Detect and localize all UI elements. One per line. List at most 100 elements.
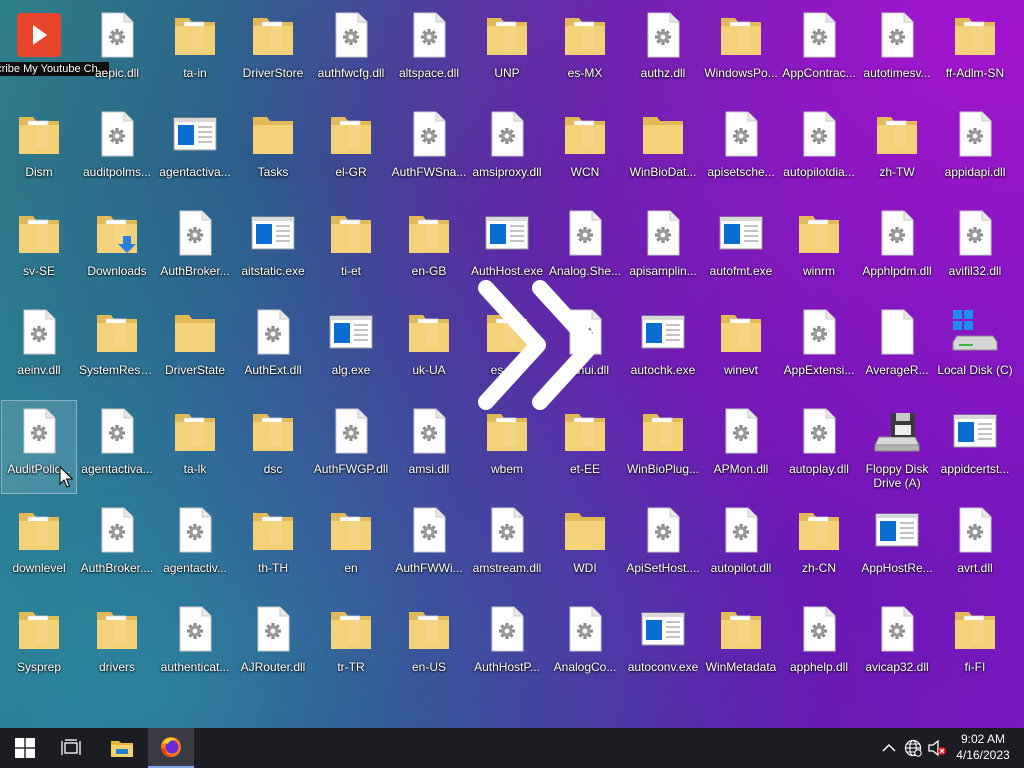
desktop-icon[interactable]: auditpolms... xyxy=(79,103,155,197)
desktop-icon[interactable]: authenticat... xyxy=(157,598,233,692)
desktop-icon[interactable]: ApiSetHost.... xyxy=(625,499,701,593)
desktop-icon[interactable]: th-TH xyxy=(235,499,311,593)
desktop-icon[interactable]: apphelp.dll xyxy=(781,598,857,692)
desktop-icon-label: AverageR... xyxy=(865,363,929,377)
desktop-icon[interactable]: Dism xyxy=(1,103,77,197)
desktop-icon[interactable]: Sysprep xyxy=(1,598,77,692)
firefox-icon xyxy=(161,737,181,757)
desktop-icon[interactable]: authz.dll xyxy=(625,4,701,98)
desktop-icon[interactable]: AJRouter.dll xyxy=(235,598,311,692)
desktop-icon[interactable]: AuthFWSna... xyxy=(391,103,467,197)
desktop-icon[interactable]: ti-et xyxy=(313,202,389,296)
desktop-icon[interactable]: en-GB xyxy=(391,202,467,296)
desktop-icon[interactable]: appidcertst... xyxy=(937,400,1013,494)
desktop-icon[interactable]: appidapi.dll xyxy=(937,103,1013,197)
desktop-icon[interactable]: avicap32.dll xyxy=(859,598,935,692)
local-disk-icon xyxy=(951,308,999,356)
desktop-icon[interactable]: aepic.dll xyxy=(79,4,155,98)
desktop-icon[interactable]: drivers xyxy=(79,598,155,692)
desktop-icon[interactable]: autochk.exe xyxy=(625,301,701,395)
desktop-icon[interactable]: SystemRese... xyxy=(79,301,155,395)
desktop-icon[interactable]: WDI xyxy=(547,499,623,593)
desktop-icon[interactable]: tr-TR xyxy=(313,598,389,692)
desktop-icon[interactable]: altspace.dll xyxy=(391,4,467,98)
firefox-button[interactable] xyxy=(148,728,194,768)
file-explorer-button[interactable] xyxy=(99,728,145,768)
desktop-icon[interactable]: avifil32.dll xyxy=(937,202,1013,296)
desktop-icon[interactable]: sv-SE xyxy=(1,202,77,296)
desktop-icon[interactable]: AppExtensi... xyxy=(781,301,857,395)
desktop-icon[interactable]: WindowsPo... xyxy=(703,4,779,98)
desktop-icon[interactable]: AuthExt.dll xyxy=(235,301,311,395)
desktop-icon[interactable]: apisetsche... xyxy=(703,103,779,197)
desktop-icon[interactable]: alg.exe xyxy=(313,301,389,395)
desktop-icon[interactable]: AuthHostP... xyxy=(469,598,545,692)
desktop-icon[interactable]: Subscribe My Youtube Ch... xyxy=(0,4,109,98)
desktop-icon[interactable]: amsi.dll xyxy=(391,400,467,494)
desktop-icon[interactable]: UNP xyxy=(469,4,545,98)
desktop-icon[interactable]: autofmt.exe xyxy=(703,202,779,296)
desktop-icon[interactable]: apisamplin... xyxy=(625,202,701,296)
desktop-icon[interactable]: downlevel xyxy=(1,499,77,593)
desktop-icon[interactable]: ta-lk xyxy=(157,400,233,494)
desktop-icon[interactable]: zh-CN xyxy=(781,499,857,593)
desktop-icon[interactable]: es-MX xyxy=(547,4,623,98)
desktop-icon[interactable]: amsiproxy.dll xyxy=(469,103,545,197)
network-button[interactable] xyxy=(903,738,923,758)
clock[interactable]: 9:02 AM 4/16/2023 xyxy=(948,731,1018,763)
desktop-icon[interactable]: autopilot.dll xyxy=(703,499,779,593)
desktop-icon[interactable]: DriverStore xyxy=(235,4,311,98)
desktop[interactable]: Subscribe My Youtube Ch... Dism sv-SE aeinv… xyxy=(0,0,1024,728)
desktop-icon[interactable]: AppContrac... xyxy=(781,4,857,98)
desktop-icon[interactable]: Floppy Disk Drive (A) xyxy=(859,400,935,494)
start-button[interactable] xyxy=(2,728,48,768)
desktop-icon[interactable]: en xyxy=(313,499,389,593)
desktop-icon[interactable]: fi-FI xyxy=(937,598,1013,692)
desktop-icon[interactable]: en-US xyxy=(391,598,467,692)
desktop-icon[interactable]: WinBioPlug... xyxy=(625,400,701,494)
desktop-icon[interactable]: autoconv.exe xyxy=(625,598,701,692)
desktop-icon[interactable]: WinBioDat... xyxy=(625,103,701,197)
desktop-icon[interactable]: amstream.dll xyxy=(469,499,545,593)
desktop-icon-label: DriverState xyxy=(164,363,226,377)
desktop-icon[interactable]: Tasks xyxy=(235,103,311,197)
desktop-icon[interactable]: AppHostRe... xyxy=(859,499,935,593)
show-hidden-icons-button[interactable] xyxy=(879,738,899,758)
desktop-icon[interactable]: aeinv.dll xyxy=(1,301,77,395)
desktop-icon[interactable]: autotimesv... xyxy=(859,4,935,98)
desktop-icon[interactable]: Apphlpdm.dll xyxy=(859,202,935,296)
desktop-icon[interactable]: dsc xyxy=(235,400,311,494)
desktop-icon[interactable]: WinMetadata xyxy=(703,598,779,692)
desktop-icon[interactable]: AuthBroker... xyxy=(157,202,233,296)
desktop-icon[interactable]: agentactiv... xyxy=(157,499,233,593)
desktop-icon[interactable]: WCN xyxy=(547,103,623,197)
desktop-icon[interactable]: AuthFWGP.dll xyxy=(313,400,389,494)
desktop-icon[interactable]: AverageR... xyxy=(859,301,935,395)
desktop-icon[interactable]: ta-in xyxy=(157,4,233,98)
desktop-icon[interactable]: AuthFWWi... xyxy=(391,499,467,593)
desktop-icon[interactable]: AnalogCo... xyxy=(547,598,623,692)
desktop-icon[interactable]: agentactiva... xyxy=(79,400,155,494)
folder-icon xyxy=(561,11,609,59)
volume-button[interactable] xyxy=(927,738,947,758)
desktop-icon[interactable]: winrm xyxy=(781,202,857,296)
folder-icon xyxy=(405,308,453,356)
desktop-icon[interactable]: el-GR xyxy=(313,103,389,197)
desktop-icon[interactable]: winevt xyxy=(703,301,779,395)
desktop-icon[interactable]: DriverState xyxy=(157,301,233,395)
desktop-icon[interactable]: uk-UA xyxy=(391,301,467,395)
desktop-icon[interactable]: Downloads xyxy=(79,202,155,296)
desktop-icon[interactable]: APMon.dll xyxy=(703,400,779,494)
desktop-icon[interactable]: avrt.dll xyxy=(937,499,1013,593)
desktop-icon[interactable]: ff-Adlm-SN xyxy=(937,4,1013,98)
task-view-button[interactable] xyxy=(48,728,94,768)
desktop-icon[interactable]: AuthBroker.... xyxy=(79,499,155,593)
desktop-icon[interactable]: zh-TW xyxy=(859,103,935,197)
desktop-icon-label: AuthFWWi... xyxy=(395,561,463,575)
desktop-icon[interactable]: authfwcfg.dll xyxy=(313,4,389,98)
desktop-icon[interactable]: autoplay.dll xyxy=(781,400,857,494)
desktop-icon[interactable]: Local Disk (C) xyxy=(937,301,1013,395)
desktop-icon[interactable]: aitstatic.exe xyxy=(235,202,311,296)
desktop-icon[interactable]: autopilotdia... xyxy=(781,103,857,197)
desktop-icon[interactable]: agentactiva... xyxy=(157,103,233,197)
